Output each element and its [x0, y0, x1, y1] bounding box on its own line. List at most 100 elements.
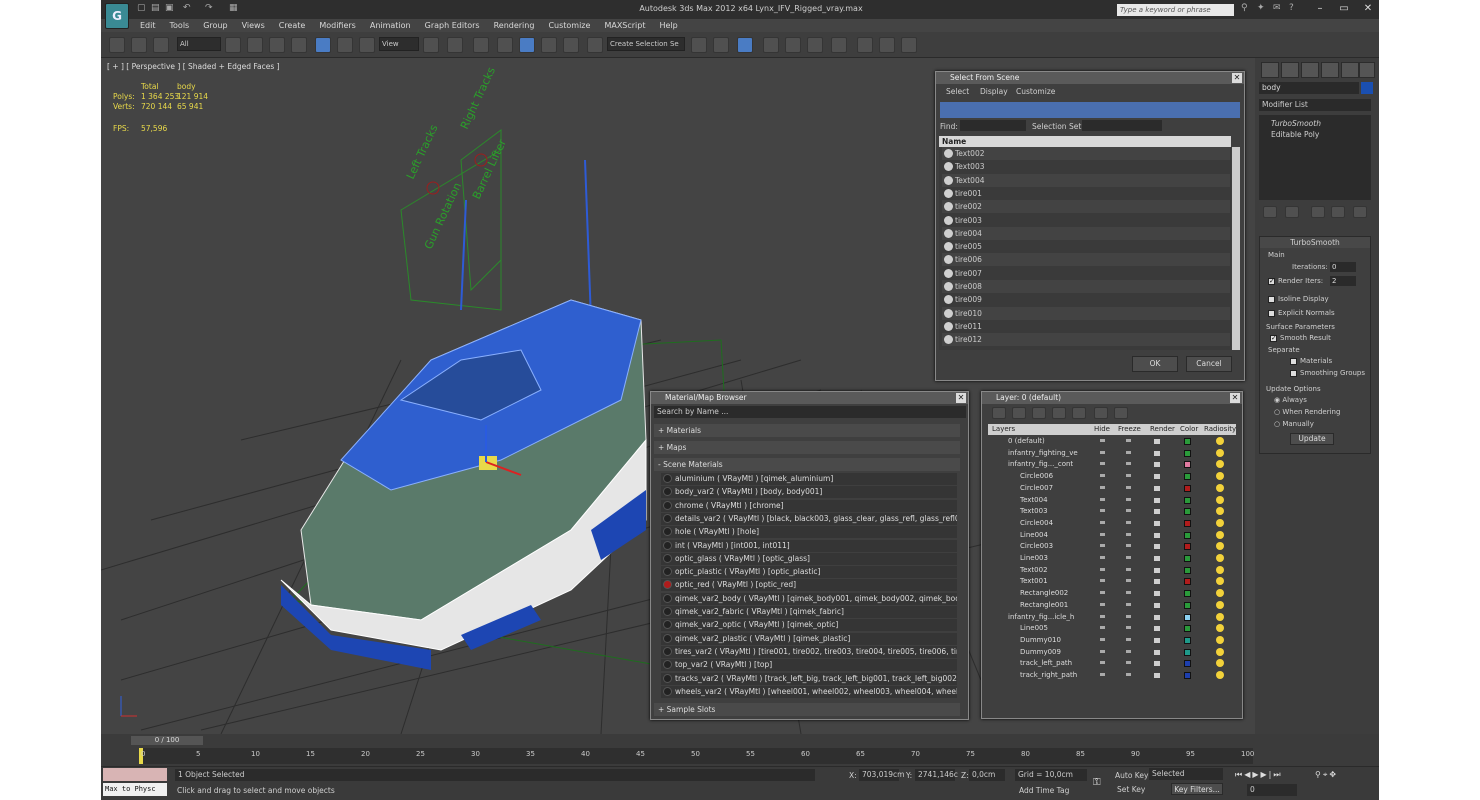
modify-tab-icon[interactable]: [1281, 62, 1299, 78]
scene-material-item[interactable]: qimek_var2_body ( VRayMtl ) [qimek_body0…: [661, 592, 957, 605]
freeze-toggle[interactable]: [1126, 474, 1131, 478]
radiosity-icon[interactable]: [1216, 624, 1224, 633]
render-teapot-icon[interactable]: [1154, 626, 1160, 632]
update-button[interactable]: Update: [1290, 433, 1334, 445]
edit-named-selection-icon[interactable]: [587, 37, 603, 53]
layer-color-swatch[interactable]: [1184, 625, 1191, 633]
layer-row[interactable]: Line005: [988, 623, 1236, 634]
render-teapot-icon[interactable]: [1154, 520, 1160, 526]
menu-animation[interactable]: Animation: [363, 19, 418, 32]
key-mode-dropdown[interactable]: Selected: [1149, 768, 1223, 780]
freeze-toggle[interactable]: [1126, 649, 1131, 653]
menu-rendering[interactable]: Rendering: [487, 19, 542, 32]
layer-row[interactable]: track_left_path: [988, 658, 1236, 669]
menu-edit[interactable]: Edit: [133, 19, 163, 32]
render-teapot-icon[interactable]: [1154, 661, 1160, 667]
schematic-view-icon[interactable]: [807, 37, 823, 53]
material-browser-close-button[interactable]: ✕: [956, 393, 966, 403]
layer-manager-close-button[interactable]: ✕: [1230, 393, 1240, 403]
layer-color-swatch[interactable]: [1184, 449, 1191, 457]
hide-toggle[interactable]: [1100, 614, 1105, 618]
layer-row[interactable]: Circle004: [988, 518, 1236, 529]
scene-material-item[interactable]: qimek_var2_plastic ( VRayMtl ) [qimek_pl…: [661, 632, 957, 645]
sfs-find-input[interactable]: [960, 120, 1026, 131]
freeze-toggle[interactable]: [1126, 626, 1131, 630]
make-unique-icon[interactable]: [1311, 206, 1325, 218]
scene-material-item[interactable]: tracks_var2 ( VRayMtl ) [track_left_big,…: [661, 672, 957, 685]
select-object-icon[interactable]: [225, 37, 241, 53]
freeze-toggle[interactable]: [1126, 509, 1131, 513]
sfs-menu-customize[interactable]: Customize: [1016, 87, 1055, 96]
render-teapot-icon[interactable]: [1154, 602, 1160, 608]
hide-toggle[interactable]: [1100, 439, 1105, 442]
menu-graph-editors[interactable]: Graph Editors: [418, 19, 487, 32]
sfs-list-item[interactable]: Text004: [942, 173, 1230, 187]
menu-create[interactable]: Create: [272, 19, 313, 32]
render-setup-icon[interactable]: [857, 37, 873, 53]
help-icon[interactable]: ?: [1289, 3, 1299, 13]
radiosity-icon[interactable]: [1216, 659, 1224, 668]
render-teapot-icon[interactable]: [1154, 673, 1160, 678]
separate-materials-checkbox[interactable]: [1290, 357, 1297, 365]
freeze-toggle[interactable]: [1126, 485, 1131, 489]
render-iters-spinner[interactable]: 2: [1330, 276, 1356, 286]
bind-space-warp-icon[interactable]: [153, 37, 169, 53]
add-to-layer-icon[interactable]: [1032, 407, 1046, 419]
render-teapot-icon[interactable]: [1154, 567, 1160, 573]
layer-row[interactable]: Text002: [988, 565, 1236, 576]
stack-item-turbosmooth[interactable]: TurboSmooth: [1271, 119, 1321, 128]
subscription-icon[interactable]: ✦: [1257, 3, 1267, 13]
layer-color-swatch[interactable]: [1184, 601, 1191, 609]
modifier-list-dropdown[interactable]: Modifier List: [1259, 99, 1371, 111]
radiosity-icon[interactable]: [1216, 483, 1224, 492]
menu-views[interactable]: Views: [235, 19, 272, 32]
sfs-list-item[interactable]: tire007: [942, 266, 1230, 280]
hide-toggle[interactable]: [1100, 673, 1105, 676]
render-teapot-icon[interactable]: [1154, 637, 1160, 643]
sfs-menu-display[interactable]: Display: [980, 87, 1008, 96]
binoculars-icon[interactable]: ⚲: [1241, 3, 1251, 13]
scene-material-item[interactable]: aluminium ( VRayMtl ) [qimek_aluminium]: [661, 473, 957, 485]
col-color[interactable]: Color: [1180, 424, 1198, 435]
separate-smoothing-groups-checkbox[interactable]: [1290, 369, 1297, 377]
angle-snap-icon[interactable]: [519, 37, 535, 53]
sfs-list-item[interactable]: Text002: [942, 147, 1230, 160]
menu-group[interactable]: Group: [196, 19, 234, 32]
scene-material-item[interactable]: int ( VRayMtl ) [int001, int011]: [661, 539, 957, 552]
radiosity-icon[interactable]: [1216, 612, 1224, 621]
select-by-name-icon[interactable]: [247, 37, 263, 53]
sfs-list-item[interactable]: tire004: [942, 226, 1230, 240]
layer-row[interactable]: infantry_fig..._cont: [988, 459, 1236, 470]
render-teapot-icon[interactable]: [1154, 439, 1160, 444]
key-filters-button[interactable]: Key Filters...: [1171, 783, 1223, 795]
layer-color-swatch[interactable]: [1184, 636, 1191, 644]
iterations-spinner[interactable]: 0: [1330, 262, 1356, 272]
x-coordinate-field[interactable]: 703,019cm: [859, 769, 904, 781]
sample-slots-section-header[interactable]: + Sample Slots: [654, 703, 960, 716]
curve-editor-icon[interactable]: [785, 37, 801, 53]
select-and-link-icon[interactable]: [109, 37, 125, 53]
sfs-list-item[interactable]: tire012: [942, 333, 1230, 347]
render-teapot-icon[interactable]: [1154, 509, 1160, 515]
scene-material-item[interactable]: wheels_var2 ( VRayMtl ) [wheel001, wheel…: [661, 685, 957, 698]
layer-color-swatch[interactable]: [1184, 461, 1191, 469]
maps-section-header[interactable]: + Maps: [654, 441, 960, 454]
sfs-scrollbar[interactable]: [1232, 147, 1240, 350]
scene-materials-section-header[interactable]: - Scene Materials: [654, 458, 960, 471]
render-teapot-icon[interactable]: [1154, 591, 1160, 597]
sfs-ok-button[interactable]: OK: [1132, 356, 1178, 372]
radiosity-icon[interactable]: [1216, 495, 1224, 504]
utilities-tab-icon[interactable]: [1359, 62, 1375, 78]
auto-key-button[interactable]: Auto Key: [1115, 771, 1148, 780]
layer-color-swatch[interactable]: [1184, 672, 1191, 679]
layer-color-swatch[interactable]: [1184, 566, 1191, 574]
sfs-list-item[interactable]: tire005: [942, 240, 1230, 254]
align-icon[interactable]: [713, 37, 729, 53]
sfs-list-item[interactable]: tire002: [942, 200, 1230, 214]
stack-item-editable-poly[interactable]: Editable Poly: [1271, 130, 1319, 139]
hide-toggle[interactable]: [1100, 556, 1105, 559]
hide-toggle[interactable]: [1100, 474, 1105, 478]
col-freeze[interactable]: Freeze: [1118, 424, 1141, 435]
layer-color-swatch[interactable]: [1184, 660, 1191, 668]
pin-stack-icon[interactable]: [1263, 206, 1277, 218]
